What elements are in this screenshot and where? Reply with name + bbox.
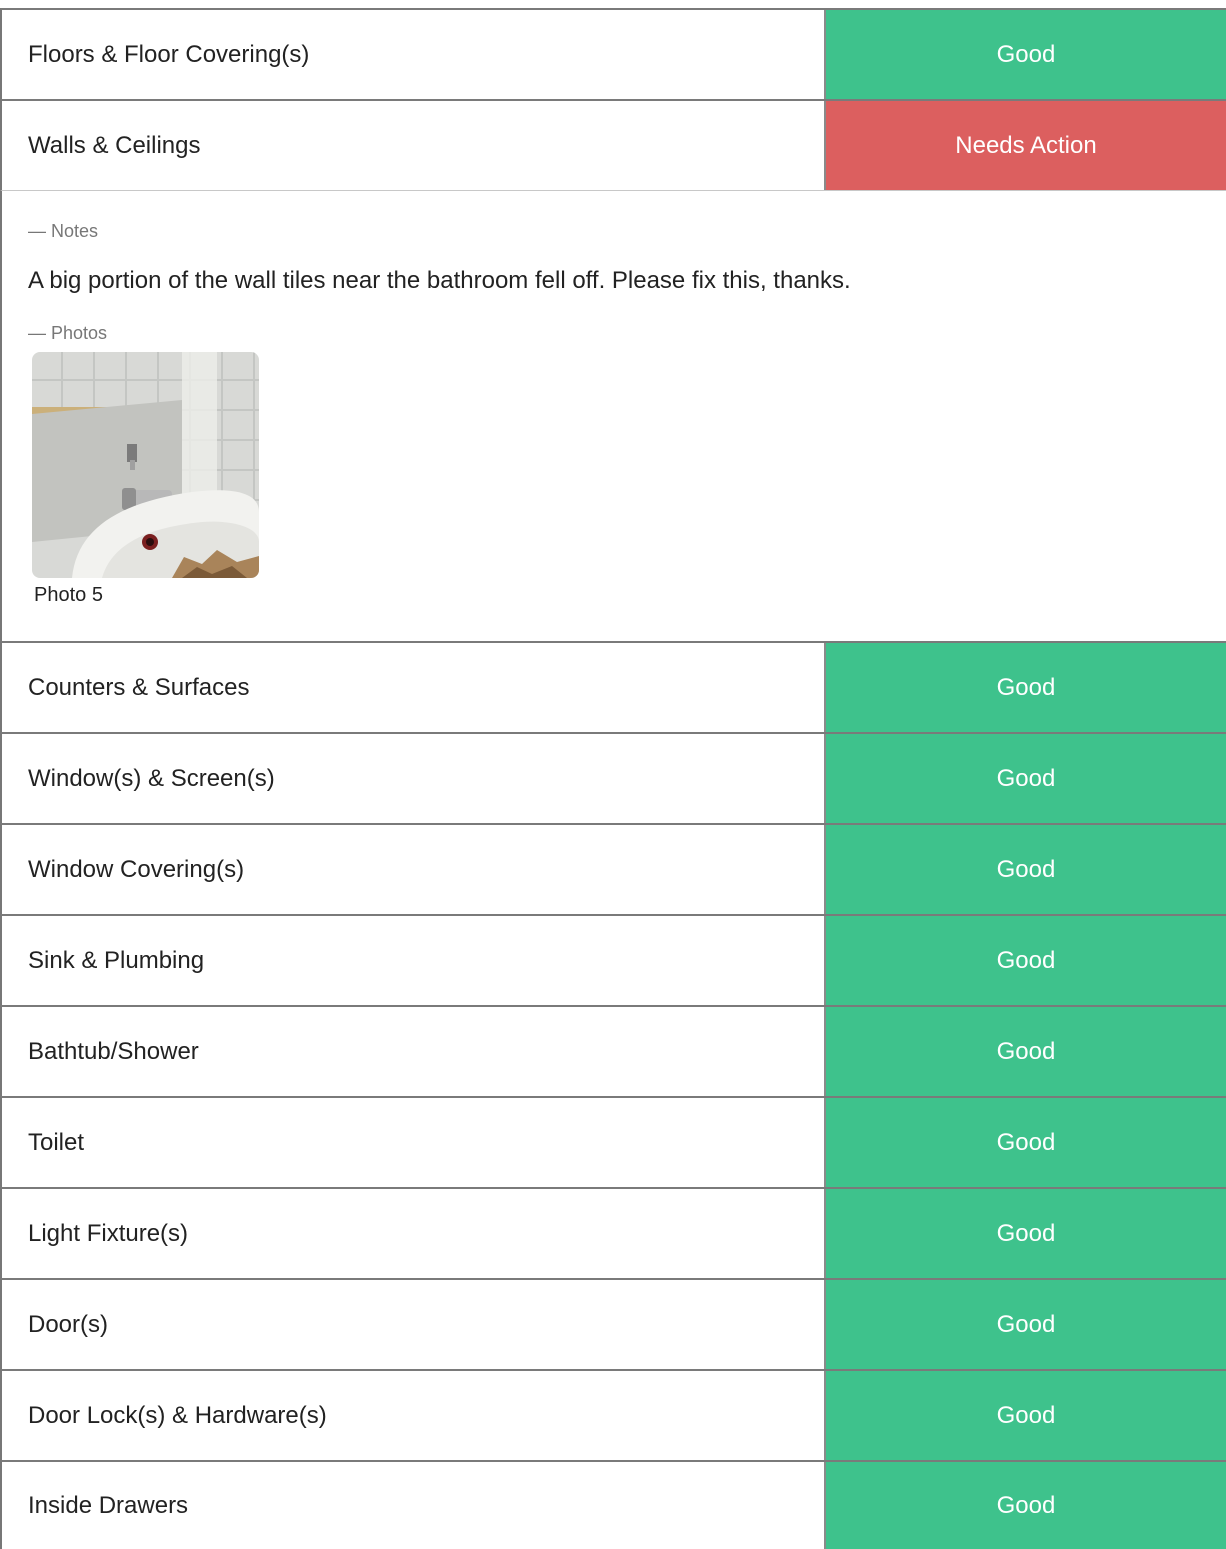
item-label: Sink & Plumbing — [2, 916, 826, 1005]
photos-section-label: — Photos — [28, 323, 108, 343]
status-badge[interactable]: Good — [826, 1098, 1226, 1187]
item-label: Window(s) & Screen(s) — [2, 734, 826, 823]
inspection-row: Light Fixture(s) Good — [0, 1187, 1226, 1278]
status-badge[interactable]: Good — [826, 1371, 1226, 1460]
status-badge[interactable]: Good — [826, 1007, 1226, 1096]
notes-section-label: — Notes — [28, 221, 99, 241]
inspection-row: Sink & Plumbing Good — [0, 914, 1226, 1005]
note-text: A big portion of the wall tiles near the… — [28, 267, 851, 294]
item-label: Window Covering(s) — [2, 825, 826, 914]
inspection-row: Door Lock(s) & Hardware(s) Good — [0, 1369, 1226, 1460]
inspection-row: Window(s) & Screen(s) Good — [0, 732, 1226, 823]
item-label: Walls & Ceilings — [2, 101, 826, 190]
photo-caption: Photo 5 — [34, 584, 103, 606]
status-badge[interactable]: Good — [826, 734, 1226, 823]
item-label: Door Lock(s) & Hardware(s) — [2, 1371, 826, 1460]
inspection-row: Inside Drawers Good — [0, 1460, 1226, 1549]
bathroom-photo-image — [32, 352, 259, 578]
status-badge[interactable]: Good — [826, 10, 1226, 99]
item-label: Light Fixture(s) — [2, 1189, 826, 1278]
item-label: Inside Drawers — [2, 1462, 826, 1549]
item-label: Counters & Surfaces — [2, 643, 826, 732]
photo-thumbnail[interactable] — [32, 352, 259, 578]
inspection-row: Floors & Floor Covering(s) Good — [0, 8, 1226, 99]
status-badge[interactable]: Good — [826, 916, 1226, 1005]
inspection-row: Window Covering(s) Good — [0, 823, 1226, 914]
item-label: Floors & Floor Covering(s) — [2, 10, 826, 99]
item-label: Bathtub/Shower — [2, 1007, 826, 1096]
status-badge[interactable]: Good — [826, 1280, 1226, 1369]
status-badge[interactable]: Good — [826, 643, 1226, 732]
item-details-panel: — Notes A big portion of the wall tiles … — [0, 190, 1226, 641]
status-badge[interactable]: Good — [826, 1462, 1226, 1549]
inspection-row: Walls & Ceilings Needs Action — [0, 99, 1226, 190]
inspection-row: Toilet Good — [0, 1096, 1226, 1187]
inspection-sheet: Floors & Floor Covering(s) Good Walls & … — [0, 0, 1226, 1549]
inspection-row: Bathtub/Shower Good — [0, 1005, 1226, 1096]
status-badge[interactable]: Needs Action — [826, 101, 1226, 190]
inspection-row: Door(s) Good — [0, 1278, 1226, 1369]
item-label: Toilet — [2, 1098, 826, 1187]
inspection-row: Counters & Surfaces Good — [0, 641, 1226, 732]
status-badge[interactable]: Good — [826, 825, 1226, 914]
status-badge[interactable]: Good — [826, 1189, 1226, 1278]
item-label: Door(s) — [2, 1280, 826, 1369]
